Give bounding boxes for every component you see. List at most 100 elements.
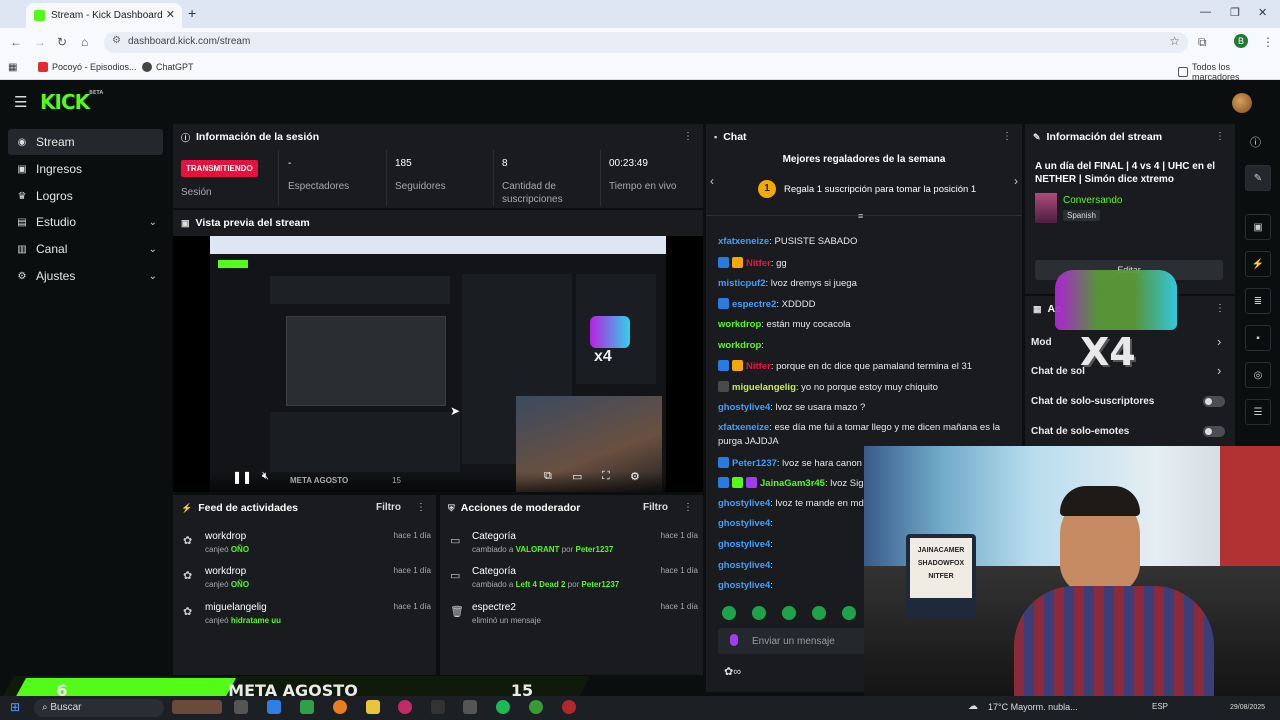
- rail-button[interactable]: ▪: [1245, 325, 1271, 351]
- user-avatar[interactable]: [1232, 93, 1252, 113]
- info-rail-icon[interactable]: ⓘ: [1250, 134, 1261, 150]
- chat-username[interactable]: ghostylive4: [718, 580, 770, 591]
- emote-icon[interactable]: [842, 606, 856, 620]
- hamburger-menu-icon[interactable]: ☰: [14, 93, 27, 111]
- sidebar-item-ingresos[interactable]: ▣ Ingresos: [8, 156, 163, 182]
- chat-settings-menu-icon[interactable]: ⋮: [1215, 303, 1225, 314]
- session-menu-icon[interactable]: ⋮: [683, 131, 693, 142]
- windows-start-icon[interactable]: ⊞: [10, 700, 20, 714]
- apps-grid-icon[interactable]: ▦: [8, 62, 17, 73]
- chat-menu-icon[interactable]: ⋮: [1002, 131, 1012, 142]
- language-indicator[interactable]: ESP: [1152, 702, 1168, 711]
- task-view-icon[interactable]: [234, 700, 248, 714]
- chat-username[interactable]: xfatxeneize: [718, 236, 769, 247]
- sidebar-item-canal[interactable]: ▥ Canal ⌄: [8, 236, 163, 262]
- points-icon[interactable]: ✿∞: [724, 665, 741, 678]
- taskbar-widget[interactable]: [172, 700, 222, 714]
- chevron-right-icon[interactable]: ›: [1217, 363, 1221, 378]
- slow-chat-row[interactable]: Chat de sol: [1031, 366, 1085, 377]
- chat-username[interactable]: espectre2: [732, 299, 776, 310]
- pause-icon[interactable]: ❚❚: [232, 470, 252, 484]
- pip-icon[interactable]: ⧉: [544, 470, 552, 483]
- chat-username[interactable]: JainaGam3r45: [760, 478, 825, 489]
- chat-username[interactable]: miguelangelig: [732, 382, 796, 393]
- app-icon[interactable]: [431, 700, 445, 714]
- next-arrow-icon[interactable]: ›: [1014, 174, 1018, 188]
- emote-icon[interactable]: [812, 606, 826, 620]
- weather-icon[interactable]: ☁: [968, 701, 978, 712]
- minecraft-icon[interactable]: [300, 700, 314, 714]
- close-tab-icon[interactable]: ✕: [166, 8, 175, 21]
- sidebar-item-stream[interactable]: ◉ Stream: [8, 129, 163, 155]
- emotes-only-toggle[interactable]: [1203, 426, 1225, 437]
- chevron-right-icon[interactable]: ›: [1217, 334, 1221, 349]
- app-icon[interactable]: [562, 700, 576, 714]
- emote-icon[interactable]: [722, 606, 736, 620]
- emote-icon[interactable]: [782, 606, 796, 620]
- sidebar-item-ajustes[interactable]: ⚙ Ajustes ⌄: [8, 263, 163, 289]
- chat-username[interactable]: ghostylive4: [718, 498, 770, 509]
- edit-rail-button[interactable]: ✎: [1245, 165, 1271, 191]
- chat-username[interactable]: ghostylive4: [718, 518, 770, 529]
- preview-video[interactable]: x4 ❚❚ 🔇︎ META AGOSTO 15 ⧉ ▭ ⛶ ⚙ ➤: [173, 236, 703, 492]
- mod-filter-button[interactable]: Filtro: [643, 502, 668, 513]
- site-info-icon[interactable]: ⚙: [112, 35, 121, 46]
- extensions-icon[interactable]: ⧉: [1198, 35, 1207, 50]
- profile-avatar[interactable]: B: [1234, 34, 1248, 48]
- mod-menu-icon[interactable]: ⋮: [683, 502, 693, 513]
- settings-icon[interactable]: ⚙: [630, 470, 640, 483]
- chat-username[interactable]: misticpuf2: [718, 278, 766, 289]
- chat-username[interactable]: workdrop: [718, 319, 761, 330]
- sidebar-item-logros[interactable]: ♛ Logros: [8, 183, 163, 209]
- forward-icon[interactable]: →: [34, 35, 46, 49]
- restore-icon[interactable]: ❐: [1230, 6, 1240, 19]
- taskbar-search[interactable]: ⌕ Buscar: [34, 699, 164, 717]
- mute-icon[interactable]: 🔇︎: [262, 470, 269, 483]
- rail-button[interactable]: ▣: [1245, 214, 1271, 240]
- chat-username[interactable]: ghostylive4: [718, 539, 770, 550]
- back-icon[interactable]: ←: [10, 35, 22, 49]
- chat-username[interactable]: ghostylive4: [718, 560, 770, 571]
- chat-username[interactable]: Nitfer: [746, 361, 771, 372]
- rail-button[interactable]: ☰: [1245, 399, 1271, 425]
- minimize-icon[interactable]: —: [1200, 6, 1211, 18]
- chat-username[interactable]: xfatxeneize: [718, 422, 769, 433]
- chrome-icon[interactable]: [529, 700, 543, 714]
- feed-menu-icon[interactable]: ⋮: [416, 502, 426, 513]
- close-window-icon[interactable]: ✕: [1258, 6, 1267, 19]
- chat-username[interactable]: ghostylive4: [718, 402, 770, 413]
- prev-arrow-icon[interactable]: ‹: [710, 174, 714, 188]
- reload-icon[interactable]: ↻: [57, 35, 67, 49]
- browser-menu-icon[interactable]: ⋮: [1262, 35, 1274, 49]
- spotify-icon[interactable]: [496, 700, 510, 714]
- all-bookmarks[interactable]: Todos los marcadores: [1178, 62, 1280, 82]
- rail-button[interactable]: ◎: [1245, 362, 1271, 388]
- app-icon[interactable]: [463, 700, 477, 714]
- subs-only-toggle[interactable]: [1203, 396, 1225, 407]
- edge-icon[interactable]: [267, 700, 281, 714]
- home-icon[interactable]: ⌂: [81, 35, 88, 49]
- rail-button[interactable]: ≣: [1245, 288, 1271, 314]
- category-link[interactable]: Conversando: [1063, 195, 1122, 206]
- firefox-icon[interactable]: [333, 700, 347, 714]
- chat-username[interactable]: workdrop: [718, 340, 761, 351]
- sidebar-item-estudio[interactable]: ▤ Estudio ⌄: [8, 209, 163, 235]
- url-field[interactable]: ⚙ dashboard.kick.com/stream ☆: [104, 32, 1188, 53]
- chat-username[interactable]: Peter1237: [732, 458, 777, 469]
- rail-button[interactable]: ⚡: [1245, 251, 1271, 277]
- bookmark-chatgpt[interactable]: ChatGPT: [142, 62, 194, 72]
- fullscreen-icon[interactable]: ⛶: [602, 470, 610, 483]
- mod-row[interactable]: Mod: [1031, 337, 1052, 348]
- kick-logo[interactable]: KICKBETA: [40, 90, 103, 114]
- bookmark-star-icon[interactable]: ☆: [1169, 34, 1180, 48]
- theater-icon[interactable]: ▭: [572, 470, 582, 483]
- streaminfo-menu-icon[interactable]: ⋮: [1215, 131, 1225, 142]
- scroll-indicator-icon[interactable]: ≡: [858, 211, 863, 221]
- chat-username[interactable]: Nitfer: [746, 258, 771, 269]
- folder-icon[interactable]: [366, 700, 380, 714]
- chat-input[interactable]: Enviar un mensaje: [718, 628, 868, 654]
- obs-icon[interactable]: [398, 700, 412, 714]
- bookmark-pocoyo[interactable]: Pocoyó - Episodios...: [38, 62, 137, 72]
- browser-tab[interactable]: Stream - Kick Dashboard ✕: [26, 3, 182, 28]
- new-tab-icon[interactable]: +: [188, 5, 196, 21]
